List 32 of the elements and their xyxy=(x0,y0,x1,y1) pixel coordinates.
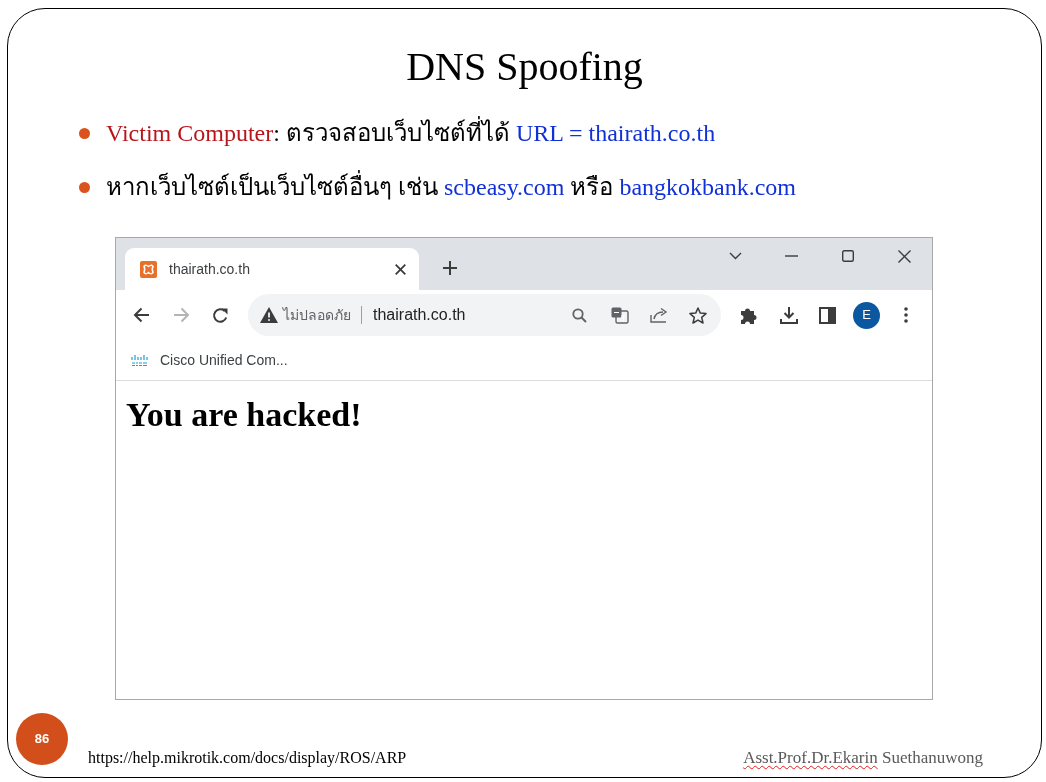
source-url: https://help.mikrotik.com/docs/display/ROS/ARP xyxy=(88,748,407,768)
reload-icon[interactable] xyxy=(212,306,229,324)
author-name: Asst.Prof.Dr.Ekarin Suethanuwong xyxy=(743,748,983,768)
profile-avatar[interactable]: E xyxy=(853,301,880,329)
url-text: thairath.co.th xyxy=(373,305,466,325)
new-tab-icon[interactable] xyxy=(443,261,457,275)
close-icon[interactable] xyxy=(898,249,911,263)
slide-title: DNS Spoofing xyxy=(406,43,643,91)
chevron-down-icon[interactable] xyxy=(729,252,742,260)
back-arrow-icon[interactable] xyxy=(133,307,150,323)
menu-icon[interactable] xyxy=(904,307,908,323)
bookmark-item[interactable]: Cisco Unified Com... xyxy=(131,347,294,373)
page-heading: You are hacked! xyxy=(126,395,362,435)
close-tab-icon[interactable] xyxy=(395,263,406,275)
slide-number: 86 xyxy=(16,713,68,765)
side-panel-icon[interactable] xyxy=(819,306,836,324)
security-label: ไม่ปลอดภัย xyxy=(283,305,351,325)
browser-tab[interactable]: thairath.co.th xyxy=(125,248,419,290)
maximize-icon[interactable] xyxy=(842,250,854,262)
search-icon[interactable] xyxy=(572,307,587,323)
bars-logo-icon xyxy=(131,353,148,367)
bullet-icon xyxy=(79,127,90,139)
favicon-icon xyxy=(140,260,157,278)
bullet-text: Victim Computer: ตรวจสอบเว็บไซต์ที่ได้ URL = thairath.co.th xyxy=(106,118,716,148)
download-icon[interactable] xyxy=(780,306,798,324)
address-bar[interactable]: ไม่ปลอดภัย thairath.co.th xyxy=(248,294,721,336)
overlapping-squares-icon[interactable] xyxy=(611,306,629,324)
bullet-icon xyxy=(79,181,90,193)
share-icon[interactable] xyxy=(650,307,668,323)
star-icon[interactable] xyxy=(689,306,707,324)
bullet-text: หากเว็บไซต์เป็นเว็บไซต์อื่นๆ เช่น scbeasy.com หรือ bangkokbank.com xyxy=(106,172,797,202)
warning-icon xyxy=(260,307,278,323)
